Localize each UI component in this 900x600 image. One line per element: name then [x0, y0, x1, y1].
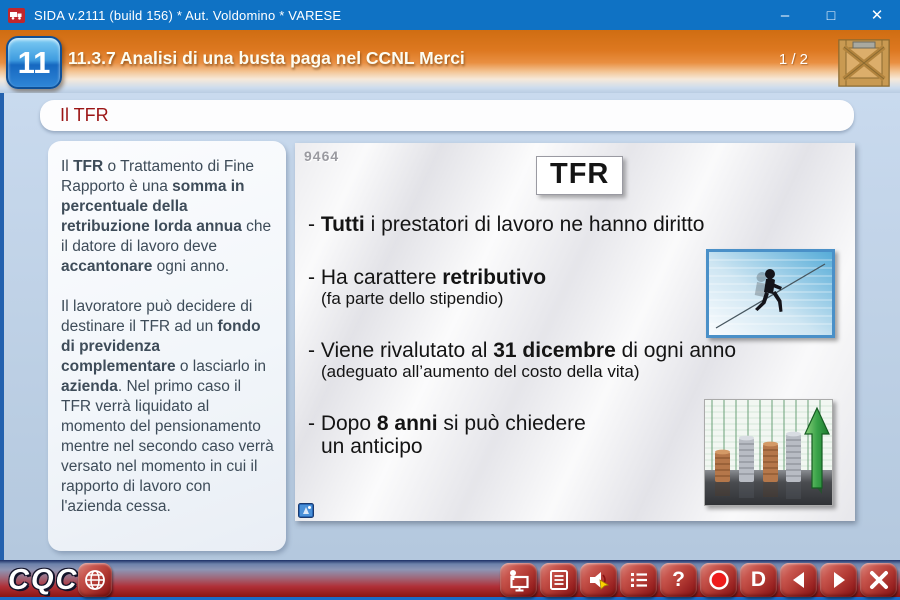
index-button[interactable]: [620, 563, 657, 597]
arrow-left-icon: [787, 568, 811, 592]
document-icon: [547, 568, 571, 592]
forward-button[interactable]: [820, 563, 857, 597]
slide-code-number: 9464: [304, 148, 339, 164]
slide-title-box: TFR: [536, 156, 623, 195]
globe-icon: [83, 568, 107, 592]
close-window-button[interactable]: ✕: [854, 0, 900, 30]
media-icon[interactable]: [298, 503, 314, 518]
speaker-icon: [587, 568, 611, 592]
sidebar-paragraph: Il lavoratore può decidere di destinare …: [61, 297, 274, 517]
bullet-line: - Tutti i prestatori di lavoro ne hanno …: [308, 213, 848, 236]
sidebar-text: Il TFR o Trattamento di Fine Rapporto è …: [48, 141, 286, 551]
cqc-logo: CQC: [8, 564, 78, 597]
lesson-header: 11 11.3.7 Analisi di una busta paga nel …: [0, 30, 900, 93]
arrow-right-icon: [827, 568, 851, 592]
close-lesson-button[interactable]: [860, 563, 897, 597]
lesson-heading-bar: Il TFR: [40, 100, 854, 131]
presentation-button[interactable]: [500, 563, 537, 597]
bullet-line: (adeguato all’aumento del costo della vi…: [308, 362, 848, 382]
left-accent-strip: [0, 93, 4, 560]
lesson-title: 11.3.7 Analisi di una busta paga nel CCN…: [68, 48, 465, 69]
presenter-screen-icon: [507, 568, 531, 592]
slide-bullet: - Viene rivalutato al 31 dicembre di ogn…: [308, 339, 848, 382]
maximize-button[interactable]: □: [808, 0, 854, 30]
chapter-badge: 11: [6, 36, 62, 89]
lesson-content-area: Il TFR Il TFR o Trattamento di Fine Rapp…: [0, 93, 900, 560]
document-button[interactable]: [540, 563, 577, 597]
back-button[interactable]: [780, 563, 817, 597]
slide-bullet: - Tutti i prestatori di lavoro ne hanno …: [308, 213, 848, 236]
record-button[interactable]: [700, 563, 737, 597]
lesson-heading-text: Il TFR: [60, 105, 109, 126]
record-icon: [707, 568, 731, 592]
audio-button[interactable]: [580, 563, 617, 597]
minimize-button[interactable]: –: [762, 0, 808, 30]
window-titlebar: SIDA v.2111 (build 156) * Aut. Voldomino…: [0, 0, 900, 30]
globe-button[interactable]: [78, 563, 112, 597]
help-button[interactable]: ?: [660, 563, 697, 597]
slide-panel: 9464 TFR - Tutti i prestatori di lavoro …: [295, 143, 855, 521]
x-icon: [867, 568, 891, 592]
bullet-line: - Viene rivalutato al 31 dicembre di ogn…: [308, 339, 848, 362]
walker-image: [706, 249, 835, 338]
sida-application-window: SIDA v.2111 (build 156) * Aut. Voldomino…: [0, 0, 900, 600]
dictionary-button[interactable]: D: [740, 563, 777, 597]
page-indicator: 1 / 2: [779, 51, 808, 68]
sidebar-paragraph: Il TFR o Trattamento di Fine Rapporto è …: [61, 157, 274, 277]
bottom-toolbar: CQC: [0, 560, 900, 600]
window-title: SIDA v.2111 (build 156) * Aut. Voldomino…: [34, 8, 341, 23]
truck-app-icon: [8, 8, 25, 23]
wooden-crate-icon: [838, 39, 890, 87]
coins-image: [704, 399, 833, 506]
list-icon: [627, 568, 651, 592]
